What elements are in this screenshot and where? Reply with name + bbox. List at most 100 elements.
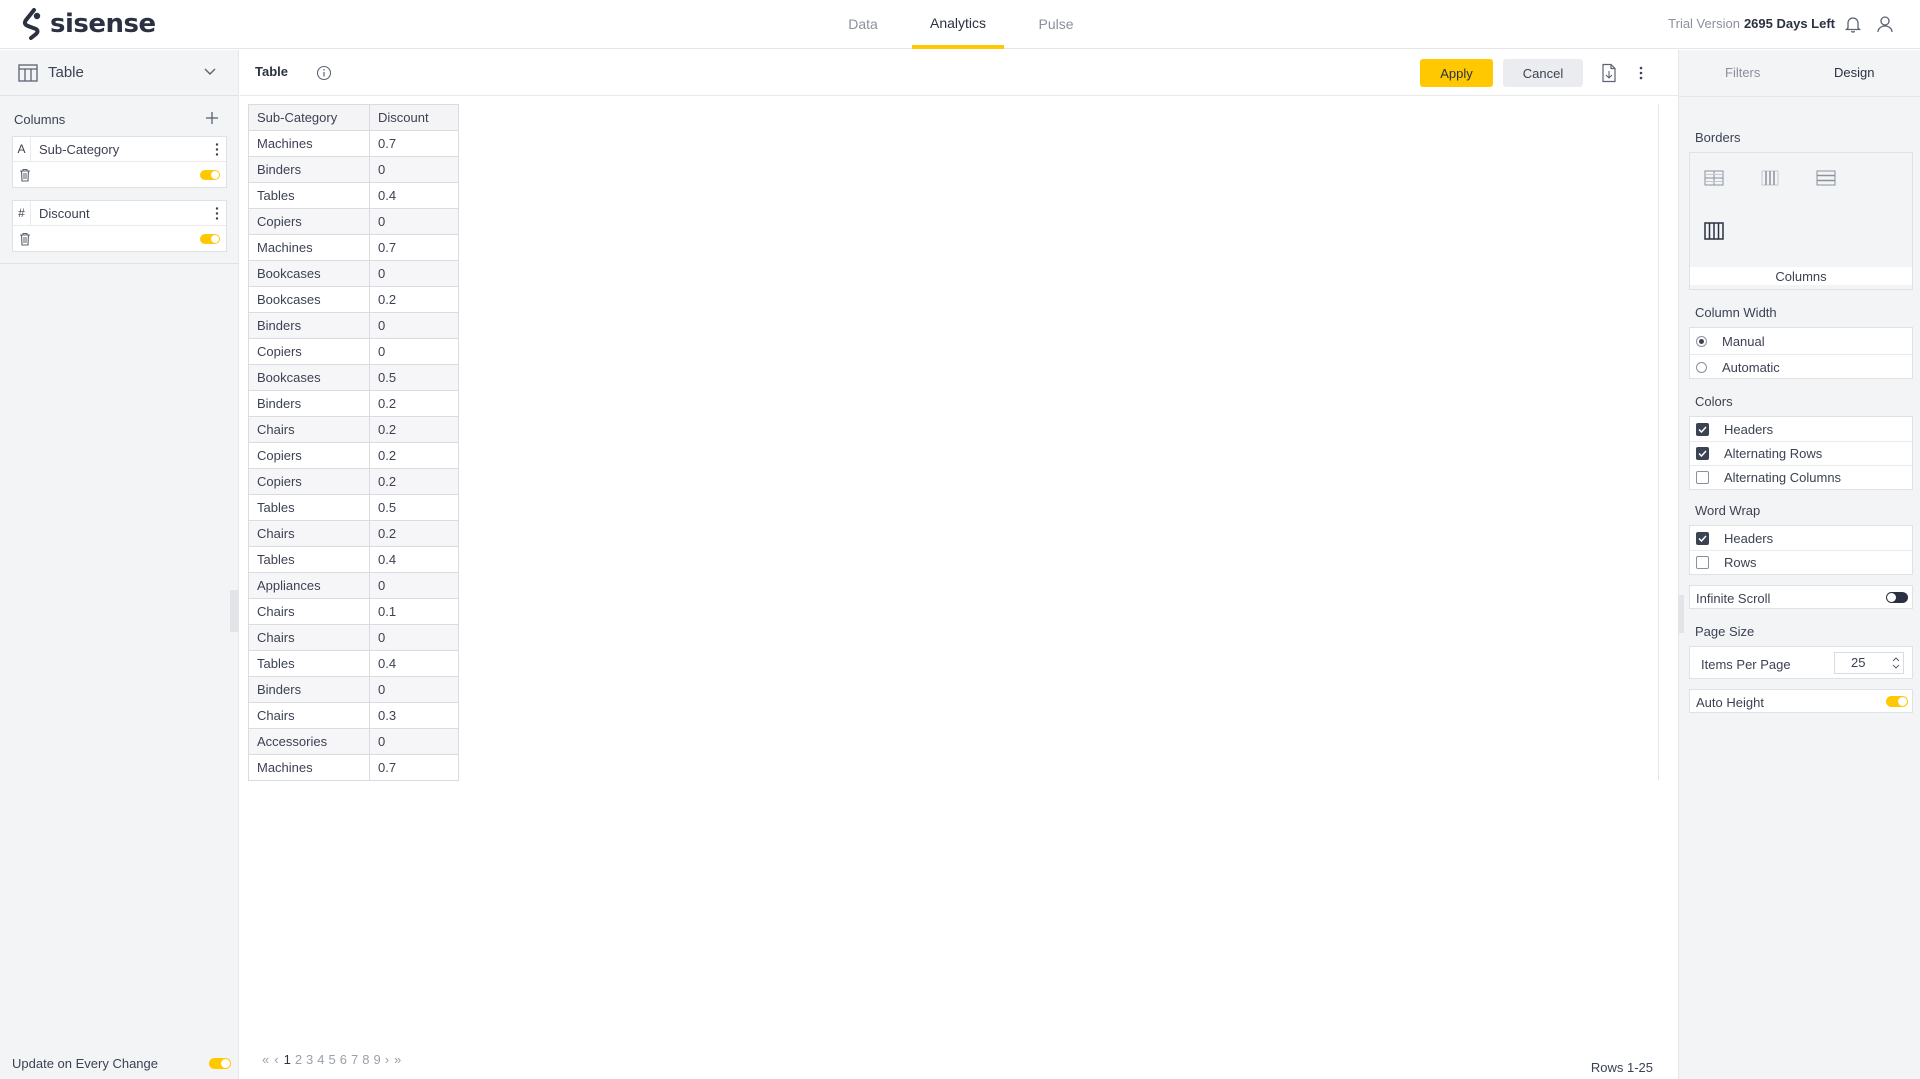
page-number[interactable]: 4 <box>317 1052 324 1067</box>
checkbox-alternating-rows[interactable] <box>1696 446 1709 460</box>
items-per-page-input[interactable]: 25 <box>1834 652 1904 674</box>
rows-info: Rows 1-25 <box>1590 1060 1653 1075</box>
word-wrap-options: Headers Rows <box>1689 525 1913 575</box>
column-width-automatic[interactable]: Automatic <box>1690 355 1912 379</box>
column-card-sub-category[interactable]: A Sub-Category <box>12 136 227 188</box>
cell-sub-category: Chairs <box>248 702 370 729</box>
column-enabled-toggle[interactable] <box>200 234 220 244</box>
trash-icon[interactable] <box>19 168 31 182</box>
widget-type-selector[interactable]: Table <box>0 50 239 96</box>
table-row: Tables 0.4 <box>248 182 459 209</box>
sisense-logo-icon <box>22 8 41 40</box>
wrap-headers-label: Headers <box>1724 530 1774 546</box>
infinite-scroll-toggle[interactable] <box>1886 592 1908 603</box>
radio-automatic[interactable] <box>1696 361 1707 373</box>
update-on-change-toggle[interactable] <box>209 1058 231 1069</box>
border-columns-grid-option[interactable] <box>1748 156 1792 200</box>
collapse-left-panel-handle[interactable] <box>230 590 239 632</box>
prev-page-button[interactable]: ‹ <box>274 1052 278 1067</box>
table-row: Chairs 0.2 <box>248 520 459 547</box>
stepper-arrows-icon[interactable] <box>1892 655 1900 671</box>
table-header-row: Sub-Category Discount <box>248 104 459 131</box>
checkbox-colors-headers[interactable] <box>1696 422 1709 436</box>
cell-discount: 0.2 <box>369 390 459 417</box>
colors-options: Headers Alternating Rows Alternating Col… <box>1689 416 1913 490</box>
column-enabled-toggle[interactable] <box>200 170 220 180</box>
header-discount[interactable]: Discount <box>369 104 459 131</box>
page-size-title: Page Size <box>1695 624 1755 639</box>
next-page-button[interactable]: › <box>385 1052 389 1067</box>
table-row: Chairs 0.2 <box>248 416 459 443</box>
tab-design[interactable]: Design <box>1834 65 1874 80</box>
user-icon[interactable] <box>1875 14 1895 34</box>
header-sub-category[interactable]: Sub-Category <box>248 104 370 131</box>
last-page-button[interactable]: » <box>394 1052 401 1067</box>
cell-discount: 0 <box>369 676 459 703</box>
cell-sub-category: Copiers <box>248 442 370 469</box>
wrap-headers-option[interactable]: Headers <box>1690 526 1912 550</box>
page-number[interactable]: 5 <box>329 1052 336 1067</box>
auto-height-toggle[interactable] <box>1886 696 1908 707</box>
sisense-logo[interactable]: sisense <box>20 8 156 40</box>
cell-sub-category: Binders <box>248 156 370 183</box>
apply-button[interactable]: Apply <box>1420 59 1493 87</box>
checkbox-wrap-rows[interactable] <box>1696 555 1709 569</box>
trash-icon[interactable] <box>19 232 31 246</box>
page-number[interactable]: 9 <box>373 1052 380 1067</box>
page-number[interactable]: 2 <box>295 1052 302 1067</box>
right-panel-handle[interactable] <box>1678 595 1684 633</box>
page-number[interactable]: 1 <box>284 1052 291 1067</box>
table-row: Chairs 0.3 <box>248 702 459 729</box>
checkbox-alternating-columns[interactable] <box>1696 470 1709 484</box>
cell-sub-category: Tables <box>248 650 370 677</box>
cell-discount: 0 <box>369 338 459 365</box>
table-row: Binders 0 <box>248 156 459 183</box>
first-page-button[interactable]: « <box>262 1052 269 1067</box>
tab-analytics[interactable]: Analytics <box>912 0 1004 49</box>
manual-label: Manual <box>1722 333 1765 349</box>
bell-icon[interactable] <box>1843 14 1863 34</box>
colors-alternating-rows-option[interactable]: Alternating Rows <box>1690 441 1912 465</box>
colors-alternating-columns-option[interactable]: Alternating Columns <box>1690 465 1912 489</box>
cell-discount: 0.4 <box>369 650 459 677</box>
colors-headers-option[interactable]: Headers <box>1690 417 1912 441</box>
borders-options: Columns <box>1689 152 1913 290</box>
table-body: Machines 0.7 Binders 0 Tables 0.4 Copiers 0 Mach… <box>248 130 459 781</box>
kebab-menu-icon[interactable] <box>214 142 220 157</box>
page-number[interactable]: 3 <box>306 1052 313 1067</box>
page-number[interactable]: 6 <box>340 1052 347 1067</box>
cell-sub-category: Chairs <box>248 624 370 651</box>
info-icon[interactable] <box>316 65 332 81</box>
page-number[interactable]: 8 <box>362 1052 369 1067</box>
more-options-icon[interactable] <box>1637 63 1645 83</box>
cell-discount: 0 <box>369 624 459 651</box>
data-table: Sub-Category Discount Machines 0.7 Binders… <box>248 104 459 781</box>
cell-discount: 0 <box>369 260 459 287</box>
right-panel: Filters Design Borders Columns Column Wi… <box>1678 50 1920 1079</box>
column-card-discount[interactable]: # Discount <box>12 200 227 252</box>
checkbox-wrap-headers[interactable] <box>1696 531 1709 545</box>
wrap-rows-option[interactable]: Rows <box>1690 550 1912 574</box>
column-width-manual[interactable]: Manual <box>1690 329 1912 353</box>
cell-sub-category: Tables <box>248 546 370 573</box>
cell-discount: 0.7 <box>369 754 459 781</box>
tab-pulse[interactable]: Pulse <box>1030 0 1082 49</box>
export-file-icon[interactable] <box>1600 63 1618 83</box>
radio-manual[interactable] <box>1696 335 1707 347</box>
cancel-button[interactable]: Cancel <box>1503 59 1583 87</box>
tab-filters[interactable]: Filters <box>1725 65 1760 80</box>
column-name[interactable]: Sub-Category <box>39 142 119 157</box>
border-all-option[interactable] <box>1692 156 1736 200</box>
border-all-icon <box>1704 170 1724 186</box>
border-rows-option[interactable] <box>1804 156 1848 200</box>
table-row: Chairs 0.1 <box>248 598 459 625</box>
cell-discount: 0.2 <box>369 468 459 495</box>
widget-title[interactable]: Table <box>255 64 288 79</box>
kebab-menu-icon[interactable] <box>214 206 220 221</box>
column-name[interactable]: Discount <box>39 206 90 221</box>
add-column-icon[interactable] <box>204 110 220 126</box>
page-number[interactable]: 7 <box>351 1052 358 1067</box>
border-columns-option[interactable] <box>1692 209 1736 253</box>
cell-sub-category: Appliances <box>248 572 370 599</box>
tab-data[interactable]: Data <box>838 0 888 49</box>
